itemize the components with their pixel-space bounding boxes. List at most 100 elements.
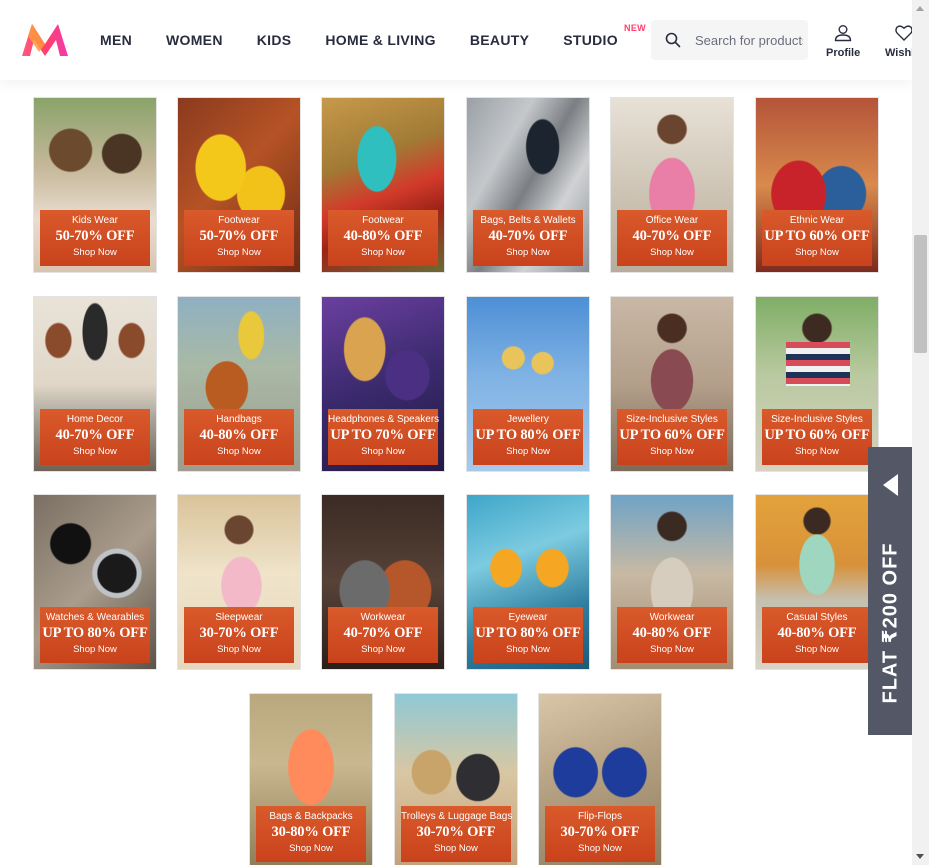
tile-jewellery[interactable]: Jewellery UP TO 80% OFF Shop Now (466, 296, 590, 472)
tile-category: Casual Styles (786, 612, 848, 623)
tile-offer: UP TO 60% OFF (619, 427, 725, 443)
scroll-thumb[interactable] (914, 235, 927, 353)
nav-item-women[interactable]: WOMEN (166, 32, 223, 48)
shop-now-link[interactable]: Shop Now (184, 644, 294, 655)
nav-item-studio[interactable]: STUDIO NEW (563, 23, 645, 48)
tile-home-decor[interactable]: Home Decor 40-70% OFF Shop Now (33, 296, 157, 472)
shop-now-link[interactable]: Shop Now (473, 644, 583, 655)
tile-category: Ethnic Wear (789, 215, 845, 226)
shop-now-link[interactable]: Shop Now (328, 644, 438, 655)
tile-category: Footwear (218, 215, 260, 226)
shop-now-link[interactable]: Shop Now (762, 247, 872, 258)
shop-now-link[interactable]: Shop Now (617, 644, 727, 655)
tile-offer: 40-80% OFF (777, 625, 857, 641)
profile-button[interactable]: Profile (826, 24, 860, 59)
nav-item-home-living[interactable]: HOME & LIVING (325, 32, 435, 48)
shop-now-link[interactable]: Shop Now (184, 446, 294, 457)
tile-category: Bags & Backpacks (269, 811, 353, 822)
nav-item-beauty[interactable]: BEAUTY (470, 32, 529, 48)
tile-category: Kids Wear (72, 215, 118, 226)
tile-footwear-heels[interactable]: Footwear 40-80% OFF Shop Now (321, 97, 445, 273)
offer-banner: Footwear 40-80% OFF Shop Now (328, 210, 438, 266)
tile-offer: UP TO 80% OFF (475, 625, 581, 641)
shop-now-link[interactable]: Shop Now (545, 843, 655, 854)
search-bar (651, 20, 808, 60)
tile-category: Eyewear (508, 612, 548, 623)
scroll-up-icon[interactable] (916, 6, 924, 11)
shop-now-link[interactable]: Shop Now (473, 446, 583, 457)
tile-offer: 50-70% OFF (199, 228, 279, 244)
main-nav: MEN WOMEN KIDS HOME & LIVING BEAUTY STUD… (100, 0, 652, 80)
tile-office-wear[interactable]: Office Wear 40-70% OFF Shop Now (610, 97, 734, 273)
scroll-down-icon[interactable] (916, 854, 924, 859)
tile-footwear[interactable]: Footwear 50-70% OFF Shop Now (177, 97, 301, 273)
tile-offer: 30-70% OFF (199, 625, 279, 641)
shop-now-link[interactable]: Shop Now (328, 247, 438, 258)
page-scrollbar[interactable] (912, 0, 929, 865)
offer-banner: Casual Styles 40-80% OFF Shop Now (762, 607, 872, 663)
tile-flip-flops[interactable]: Flip-Flops 30-70% OFF Shop Now (538, 693, 662, 865)
search-input[interactable] (695, 32, 803, 48)
shop-now-link[interactable]: Shop Now (401, 843, 511, 854)
offer-banner: Handbags 40-80% OFF Shop Now (184, 409, 294, 465)
shop-now-link[interactable]: Shop Now (40, 446, 150, 457)
tile-category: Watches & Wearables (45, 612, 145, 623)
nav-item-kids[interactable]: KIDS (257, 32, 292, 48)
tile-category: Bags, Belts & Wallets (480, 215, 576, 226)
tile-offer: 30-70% OFF (416, 824, 496, 840)
expand-arrow-icon[interactable] (883, 474, 898, 496)
tile-kids-wear[interactable]: Kids Wear 50-70% OFF Shop Now (33, 97, 157, 273)
nav-item-men[interactable]: MEN (100, 32, 132, 48)
tile-eyewear[interactable]: Eyewear UP TO 80% OFF Shop Now (466, 494, 590, 670)
wishlist-label: Wishlist (885, 47, 912, 59)
tile-category: Home Decor (66, 414, 124, 425)
offer-banner: Workwear 40-70% OFF Shop Now (328, 607, 438, 663)
tile-workwear-men[interactable]: Workwear 40-80% OFF Shop Now (610, 494, 734, 670)
tile-sleepwear[interactable]: Sleepwear 30-70% OFF Shop Now (177, 494, 301, 670)
tile-category: Jewellery (507, 414, 549, 425)
tile-trolleys-luggage[interactable]: Trolleys & Luggage Bags 30-70% OFF Shop … (394, 693, 518, 865)
tile-handbags[interactable]: Handbags 40-80% OFF Shop Now (177, 296, 301, 472)
tile-offer: UP TO 80% OFF (42, 625, 148, 641)
shop-now-link[interactable]: Shop Now (617, 446, 727, 457)
shop-now-link[interactable]: Shop Now (617, 247, 727, 258)
shop-now-link[interactable]: Shop Now (184, 247, 294, 258)
tile-offer: 50-70% OFF (55, 228, 135, 244)
shop-now-link[interactable]: Shop Now (40, 644, 150, 655)
site-header: MEN WOMEN KIDS HOME & LIVING BEAUTY STUD… (0, 0, 912, 80)
offer-banner: Eyewear UP TO 80% OFF Shop Now (473, 607, 583, 663)
tile-bags-backpacks[interactable]: Bags & Backpacks 30-80% OFF Shop Now (249, 693, 373, 865)
tile-size-inclusive-1[interactable]: Size-Inclusive Styles UP TO 60% OFF Shop… (610, 296, 734, 472)
shop-now-link[interactable]: Shop Now (40, 247, 150, 258)
wishlist-button[interactable]: Wishlist (885, 24, 912, 59)
tile-category: Flip-Flops (578, 811, 622, 822)
shop-now-link[interactable]: Shop Now (256, 843, 366, 854)
myntra-logo[interactable] (20, 22, 70, 58)
tile-watches-wearables[interactable]: Watches & Wearables UP TO 80% OFF Shop N… (33, 494, 157, 670)
tile-offer: 40-80% OFF (199, 427, 279, 443)
tile-offer: 30-80% OFF (271, 824, 351, 840)
tile-offer: 40-80% OFF (632, 625, 712, 641)
shop-now-link[interactable]: Shop Now (328, 446, 438, 457)
tile-offer: 40-70% OFF (632, 228, 712, 244)
tile-casual-styles[interactable]: Casual Styles 40-80% OFF Shop Now (755, 494, 879, 670)
tile-bags-belts-wallets[interactable]: Bags, Belts & Wallets 40-70% OFF Shop No… (466, 97, 590, 273)
tile-category: Trolleys & Luggage Bags (401, 811, 513, 822)
tile-category: Workwear (649, 612, 695, 623)
flat-offer-sidebar[interactable]: FLAT ₹200 OFF (868, 447, 912, 735)
search-icon[interactable] (651, 20, 695, 60)
shop-now-link[interactable]: Shop Now (762, 644, 872, 655)
tile-category: Workwear (360, 612, 406, 623)
tile-workwear-women[interactable]: Workwear 40-70% OFF Shop Now (321, 494, 445, 670)
shop-now-link[interactable]: Shop Now (473, 247, 583, 258)
tile-category: Size-Inclusive Styles (771, 414, 863, 425)
offer-banner: Jewellery UP TO 80% OFF Shop Now (473, 409, 583, 465)
nav-item-studio-label: STUDIO (563, 32, 618, 48)
tile-headphones-speakers[interactable]: Headphones & Speakers UP TO 70% OFF Shop… (321, 296, 445, 472)
offer-banner: Bags, Belts & Wallets 40-70% OFF Shop No… (473, 210, 583, 266)
offer-banner: Workwear 40-80% OFF Shop Now (617, 607, 727, 663)
tile-size-inclusive-2[interactable]: Size-Inclusive Styles UP TO 60% OFF Shop… (755, 296, 879, 472)
shop-now-link[interactable]: Shop Now (762, 446, 872, 457)
tile-category: Footwear (362, 215, 404, 226)
tile-ethnic-wear[interactable]: Ethnic Wear UP TO 60% OFF Shop Now (755, 97, 879, 273)
